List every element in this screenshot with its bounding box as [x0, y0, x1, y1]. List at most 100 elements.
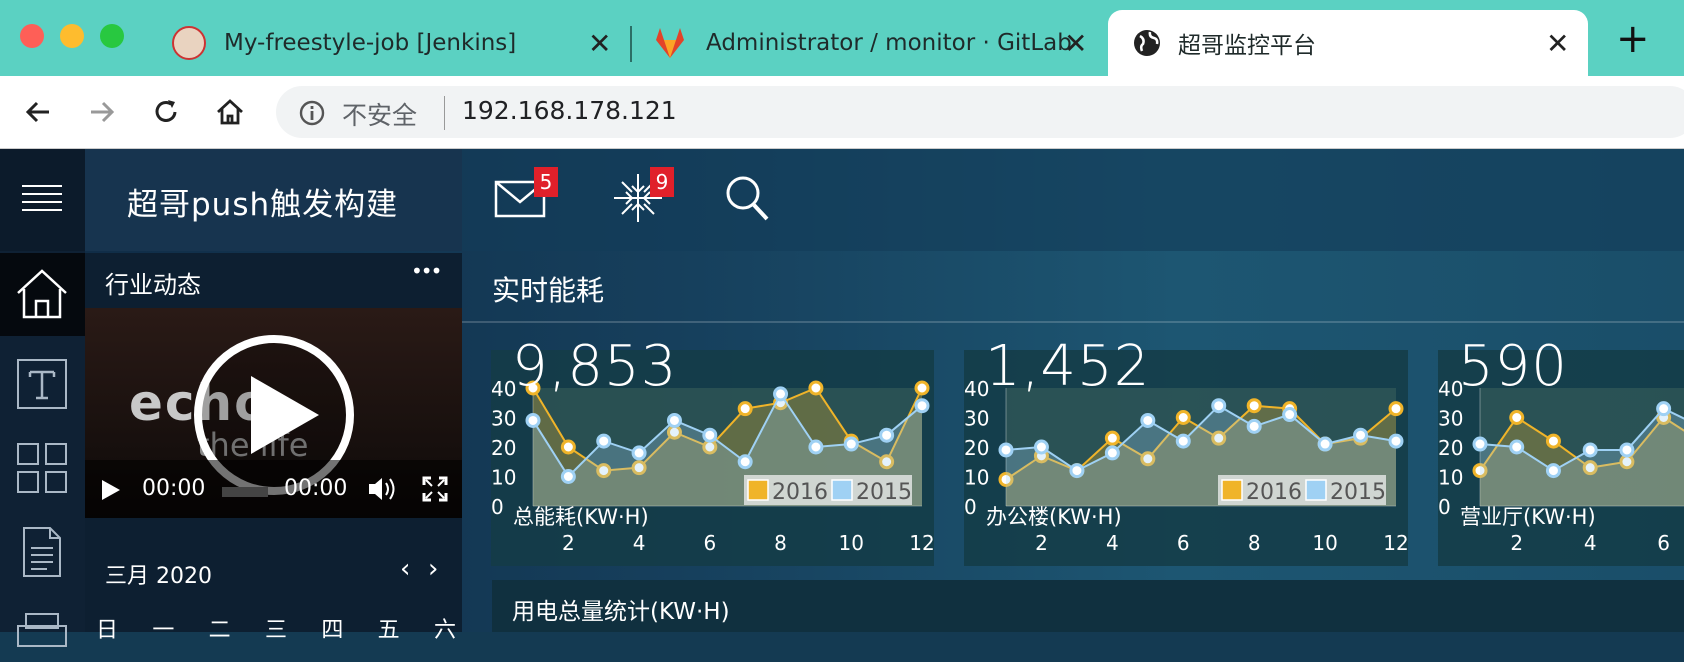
- close-window-button[interactable]: [20, 24, 44, 48]
- next-month-button[interactable]: ›: [428, 554, 438, 584]
- close-tab-icon[interactable]: ✕: [1546, 27, 1569, 60]
- fullscreen-icon[interactable]: [422, 476, 448, 502]
- tab-gitlab[interactable]: Administrator / monitor · GitLab ✕: [640, 10, 1100, 76]
- reload-button[interactable]: [144, 90, 188, 134]
- calendar-month: 三月 2020: [105, 564, 212, 589]
- sidebar-item-home[interactable]: [0, 253, 85, 336]
- data-point-2015: [843, 436, 859, 452]
- video-current-time: 00:00: [142, 476, 206, 501]
- back-button[interactable]: [16, 90, 60, 134]
- x-tick-label: 8: [774, 531, 787, 555]
- tab-title: My-freestyle-job [Jenkins]: [224, 30, 517, 56]
- more-options-button[interactable]: •••: [411, 259, 442, 283]
- home-icon: [17, 269, 67, 319]
- bottom-panel: 用电总量统计(KW·H): [492, 580, 1684, 632]
- x-tick-label: 2: [1510, 531, 1523, 555]
- data-point-2015: [1388, 433, 1404, 449]
- data-point-2015: [1582, 442, 1598, 458]
- data-point-2015: [702, 427, 718, 443]
- video-progress-bar[interactable]: [222, 487, 268, 497]
- brand-title: 超哥push触发构建: [127, 187, 399, 223]
- x-tick-label: 6: [703, 531, 716, 555]
- data-point-2015: [1175, 433, 1191, 449]
- x-tick-label: 10: [839, 531, 864, 555]
- document-icon[interactable]: [14, 524, 70, 580]
- alerts-badge: 9: [650, 167, 674, 197]
- data-point-2016: [808, 380, 824, 396]
- home-icon: [217, 99, 243, 125]
- gitlab-icon: [656, 28, 684, 58]
- legend-label: 2015: [856, 480, 912, 505]
- security-label[interactable]: 不安全: [342, 96, 417, 132]
- y-tick-label: 30: [491, 407, 516, 431]
- data-point-2015: [773, 386, 789, 402]
- menu-toggle-button[interactable]: [0, 149, 85, 251]
- y-tick-label: 10: [1438, 466, 1463, 490]
- data-point-2015: [1509, 439, 1525, 455]
- text-icon[interactable]: [14, 356, 70, 412]
- data-point-2016: [1545, 433, 1561, 449]
- minimize-window-button[interactable]: [60, 24, 84, 48]
- data-point-2016: [914, 380, 930, 396]
- prev-month-button[interactable]: ‹: [400, 554, 410, 584]
- data-point-2015: [1545, 463, 1561, 479]
- x-axis-label: 营业厅(KW·H): [1460, 505, 1596, 529]
- y-tick-label: 20: [1438, 436, 1463, 460]
- data-point-2015: [560, 469, 576, 484]
- data-point-2015: [1472, 436, 1488, 452]
- data-point-2015: [1211, 398, 1227, 414]
- forward-button[interactable]: [80, 90, 124, 134]
- office-energy-value: 1,452: [985, 334, 1151, 399]
- tab-jenkins[interactable]: My-freestyle-job [Jenkins] ✕: [160, 10, 620, 76]
- data-point-2015: [737, 454, 753, 470]
- y-tick-label: 0: [491, 495, 504, 519]
- url-text[interactable]: 192.168.178.121: [462, 96, 677, 125]
- legend-label: 2015: [1330, 480, 1386, 505]
- data-point-2016: [737, 401, 753, 417]
- data-point-2015: [666, 412, 682, 428]
- weekday-label: 一: [152, 618, 175, 643]
- legend-label: 2016: [1246, 480, 1302, 505]
- tab-active-monitor[interactable]: 超哥监控平台 ✕: [1108, 10, 1588, 76]
- data-point-2015: [998, 442, 1014, 458]
- x-tick-label: 6: [1177, 531, 1190, 555]
- y-tick-label: 30: [1438, 407, 1463, 431]
- volume-icon[interactable]: [366, 474, 396, 504]
- close-tab-icon[interactable]: ✕: [1064, 27, 1087, 60]
- data-point-2015: [1619, 442, 1635, 458]
- legend-label: 2016: [772, 480, 828, 505]
- dashboard-grid-icon[interactable]: [14, 440, 70, 496]
- weekday-label: 三: [264, 618, 287, 643]
- data-point-2015: [1282, 407, 1298, 423]
- x-tick-label: 4: [1106, 531, 1119, 555]
- omnibox-divider: [444, 96, 445, 130]
- data-point-2015: [808, 439, 824, 455]
- hall-energy-value: 590: [1458, 334, 1568, 399]
- data-point-2016: [1509, 410, 1525, 425]
- data-point-2015: [1246, 418, 1262, 434]
- printer-icon[interactable]: [14, 606, 70, 662]
- home-button[interactable]: [208, 90, 252, 134]
- new-tab-button[interactable]: +: [1616, 16, 1650, 62]
- y-tick-label: 0: [964, 495, 977, 519]
- hamburger-icon: [22, 185, 62, 211]
- x-tick-label: 12: [1383, 531, 1408, 555]
- close-tab-icon[interactable]: ✕: [588, 27, 611, 60]
- legend-swatch: [747, 479, 769, 501]
- y-tick-label: 0: [1438, 495, 1451, 519]
- search-icon[interactable]: [724, 174, 770, 222]
- maximize-window-button[interactable]: [100, 24, 124, 48]
- y-tick-label: 20: [491, 436, 516, 460]
- info-icon[interactable]: [298, 99, 326, 127]
- data-point-2015: [879, 427, 895, 443]
- legend-swatch: [1305, 479, 1327, 501]
- data-point-2016: [1104, 430, 1120, 446]
- x-tick-label: 10: [1312, 531, 1337, 555]
- y-tick-label: 20: [964, 436, 989, 460]
- y-tick-label: 10: [964, 466, 989, 490]
- y-tick-label: 30: [964, 407, 989, 431]
- brand-area: 超哥push触发构建: [85, 149, 462, 251]
- play-icon[interactable]: [100, 478, 122, 502]
- weekday-label: 四: [321, 618, 344, 643]
- data-point-2015: [1069, 463, 1085, 479]
